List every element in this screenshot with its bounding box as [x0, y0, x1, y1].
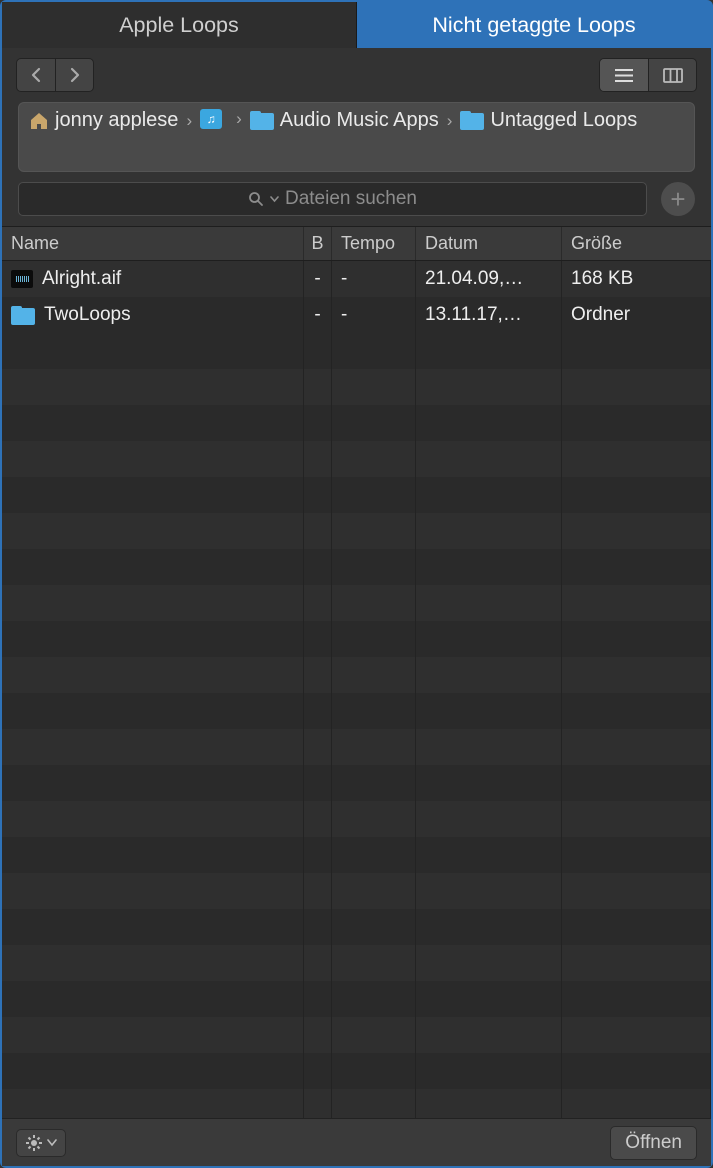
cell-size: 168 KB: [562, 261, 711, 297]
column-view-button[interactable]: [648, 59, 696, 91]
path-bar[interactable]: jonny applese › ♫ › Audio Music Apps › U…: [18, 102, 695, 172]
file-table: Name B Tempo Datum Größe Alright.aif - -…: [2, 226, 711, 1118]
toolbar: [2, 48, 711, 102]
header-date[interactable]: Datum: [416, 227, 562, 260]
breadcrumb-audio-apps[interactable]: Audio Music Apps ›: [250, 109, 455, 132]
add-button[interactable]: +: [661, 182, 695, 216]
chevron-right-icon: [74, 75, 75, 76]
cell-tempo: -: [332, 297, 416, 333]
search-input[interactable]: Dateien suchen: [18, 182, 647, 216]
search-row: Dateien suchen +: [2, 182, 711, 226]
table-row[interactable]: TwoLoops - - 13.11.17,… Ordner: [2, 297, 711, 333]
breadcrumb-home[interactable]: jonny applese ›: [29, 109, 194, 132]
header-size[interactable]: Größe: [562, 227, 711, 260]
search-icon: [248, 191, 264, 207]
footer-bar: Öffnen: [2, 1118, 711, 1166]
breadcrumb-music[interactable]: ♫ ›: [200, 109, 244, 129]
list-icon: [613, 67, 635, 84]
chevron-right-icon: ›: [234, 109, 244, 129]
tab-untagged-loops[interactable]: Nicht getaggte Loops: [357, 2, 711, 48]
audio-file-icon: [11, 270, 33, 288]
music-folder-icon: ♫: [200, 109, 222, 129]
chevron-right-icon: ›: [184, 111, 194, 131]
header-name[interactable]: Name: [2, 227, 304, 260]
cell-tempo: -: [332, 261, 416, 297]
table-header: Name B Tempo Datum Größe: [2, 227, 711, 261]
breadcrumb-label: jonny applese: [55, 109, 178, 132]
tab-bar: Apple Loops Nicht getaggte Loops: [2, 2, 711, 48]
nav-group: [16, 58, 94, 92]
forward-button[interactable]: [55, 59, 93, 91]
open-button[interactable]: Öffnen: [610, 1126, 697, 1160]
header-tempo[interactable]: Tempo: [332, 227, 416, 260]
folder-icon: [460, 111, 484, 130]
chevron-down-icon: [47, 1139, 57, 1147]
cell-b: -: [304, 261, 332, 297]
header-b[interactable]: B: [304, 227, 332, 260]
chevron-right-icon: ›: [445, 111, 455, 131]
breadcrumb-untagged[interactable]: Untagged Loops: [460, 109, 637, 132]
folder-icon: [250, 111, 274, 130]
file-name: TwoLoops: [44, 304, 131, 326]
columns-icon: [662, 67, 684, 84]
chevron-down-icon: [270, 195, 279, 204]
table-body: Alright.aif - - 21.04.09,… 168 KB TwoLoo…: [2, 261, 711, 1118]
home-icon: [29, 111, 49, 131]
breadcrumb-label: Untagged Loops: [490, 109, 637, 132]
tab-apple-loops[interactable]: Apple Loops: [2, 2, 357, 48]
cell-date: 21.04.09,…: [416, 261, 562, 297]
list-view-button[interactable]: [600, 59, 648, 91]
cell-date: 13.11.17,…: [416, 297, 562, 333]
actions-menu-button[interactable]: [16, 1129, 66, 1157]
search-placeholder: Dateien suchen: [285, 188, 417, 210]
file-name: Alright.aif: [42, 268, 121, 290]
cell-size: Ordner: [562, 297, 711, 333]
cell-b: -: [304, 297, 332, 333]
gear-icon: [25, 1134, 43, 1152]
view-mode-group: [599, 58, 697, 92]
folder-icon: [11, 306, 35, 325]
back-button[interactable]: [17, 59, 55, 91]
chevron-left-icon: [36, 75, 37, 76]
plus-icon: +: [670, 184, 685, 215]
breadcrumb-label: Audio Music Apps: [280, 109, 439, 132]
table-row[interactable]: Alright.aif - - 21.04.09,… 168 KB: [2, 261, 711, 297]
